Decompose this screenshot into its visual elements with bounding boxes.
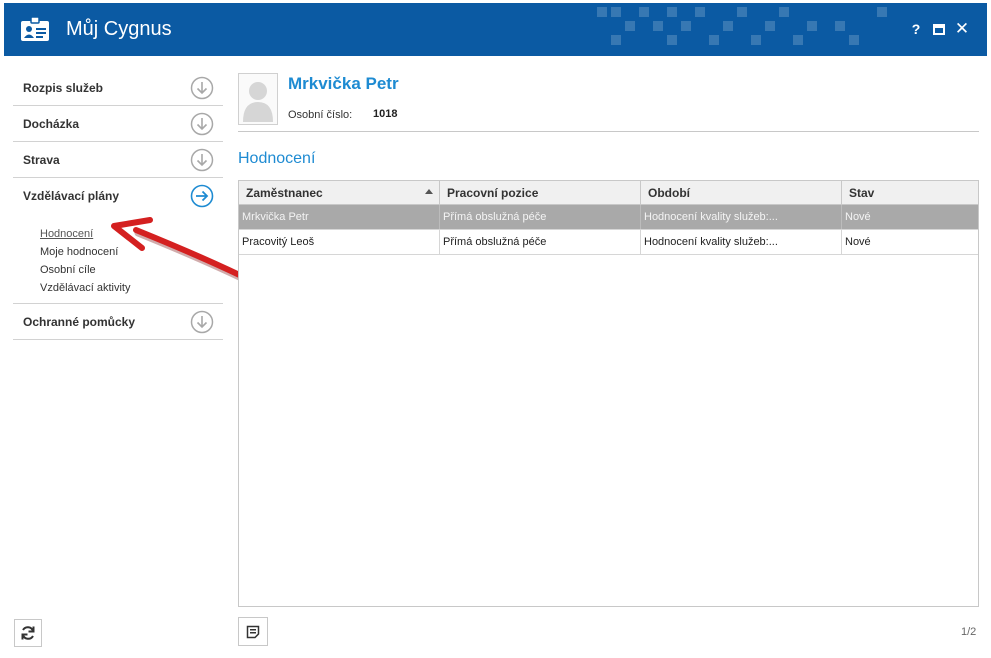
column-header-label: Zaměstnanec xyxy=(246,186,323,200)
cell-position: Přímá obslužná péče xyxy=(440,230,641,254)
chevron-down-circle-icon[interactable] xyxy=(190,310,214,334)
sort-ascending-icon xyxy=(425,189,433,194)
arrow-right-circle-icon[interactable] xyxy=(190,184,214,208)
evaluations-table: Zaměstnanec Pracovní pozice Období Stav … xyxy=(238,180,979,607)
cell-employee: Pracovitý Leoš xyxy=(239,230,440,254)
help-button[interactable]: ? xyxy=(907,20,925,38)
column-header-zamestnanec[interactable]: Zaměstnanec xyxy=(239,181,440,204)
sidebar: Rozpis služeb Docházka Strava Vzdělávací… xyxy=(13,70,223,340)
open-detail-button[interactable] xyxy=(238,617,268,646)
avatar xyxy=(238,73,278,125)
sidebar-item-label: Ochranné pomůcky xyxy=(23,315,136,329)
app-title: Můj Cygnus xyxy=(66,18,172,40)
subnav-hodnoceni[interactable]: Hodnocení xyxy=(40,225,223,243)
page-indicator: 1/2 xyxy=(961,626,977,638)
sidebar-item-label: Strava xyxy=(23,153,60,167)
sidebar-item-label: Docházka xyxy=(23,117,80,131)
personal-number-label: Osobní číslo: xyxy=(288,109,353,121)
subnav-vzdelavaci-aktivity[interactable]: Vzdělávací aktivity xyxy=(40,279,223,297)
subnav-moje-hodnoceni[interactable]: Moje hodnocení xyxy=(40,243,223,261)
cell-position: Přímá obslužná péče xyxy=(440,205,641,229)
table-header: Zaměstnanec Pracovní pozice Období Stav xyxy=(239,181,978,205)
refresh-icon xyxy=(21,626,35,640)
sidebar-item-rozpis-sluzeb[interactable]: Rozpis služeb xyxy=(13,70,223,106)
table-row[interactable]: Pracovitý Leoš Přímá obslužná péče Hodno… xyxy=(239,230,978,255)
sidebar-item-vzdelavaci-plany[interactable]: Vzdělávací plány xyxy=(13,178,223,214)
personal-number-value: 1018 xyxy=(373,108,398,120)
title-bar-pattern xyxy=(597,7,887,45)
chevron-down-circle-icon[interactable] xyxy=(190,76,214,100)
chevron-down-circle-icon[interactable] xyxy=(190,112,214,136)
user-placeholder-icon xyxy=(243,82,273,122)
sidebar-item-dochazka[interactable]: Docházka xyxy=(13,106,223,142)
column-header-pracovni-pozice[interactable]: Pracovní pozice xyxy=(440,181,641,204)
table-row[interactable]: Mrkvička Petr Přímá obslužná péče Hodnoc… xyxy=(239,205,978,230)
cell-period: Hodnocení kvality služeb:... xyxy=(641,205,842,229)
sidebar-item-label: Rozpis služeb xyxy=(23,81,104,95)
maximize-button[interactable] xyxy=(930,20,948,38)
divider xyxy=(238,131,979,132)
person-name: Mrkvička Petr xyxy=(288,74,399,93)
document-list-icon xyxy=(246,625,260,638)
cell-period: Hodnocení kvality služeb:... xyxy=(641,230,842,254)
column-header-label: Stav xyxy=(849,186,875,200)
maximize-icon xyxy=(933,23,945,35)
id-badge-icon xyxy=(21,16,49,41)
sidebar-item-label: Vzdělávací plány xyxy=(23,189,120,203)
sidebar-submenu: Hodnocení Moje hodnocení Osobní cíle Vzd… xyxy=(13,214,223,304)
cell-employee: Mrkvička Petr xyxy=(239,205,440,229)
sidebar-item-strava[interactable]: Strava xyxy=(13,142,223,178)
title-bar: Můj Cygnus ? ✕ xyxy=(4,3,987,56)
subnav-osobni-cile[interactable]: Osobní cíle xyxy=(40,261,223,279)
column-header-stav[interactable]: Stav xyxy=(842,181,978,204)
close-button[interactable]: ✕ xyxy=(953,19,971,38)
cell-status: Nové xyxy=(845,236,871,248)
section-title: Hodnocení xyxy=(238,150,316,167)
sidebar-item-ochranne-pomucky[interactable]: Ochranné pomůcky xyxy=(13,304,223,340)
column-header-label: Období xyxy=(648,186,690,200)
refresh-button[interactable] xyxy=(14,619,42,647)
cell-status: Nové xyxy=(845,211,871,223)
column-header-label: Pracovní pozice xyxy=(447,186,539,200)
column-header-obdobi[interactable]: Období xyxy=(641,181,842,204)
chevron-down-circle-icon[interactable] xyxy=(190,148,214,172)
